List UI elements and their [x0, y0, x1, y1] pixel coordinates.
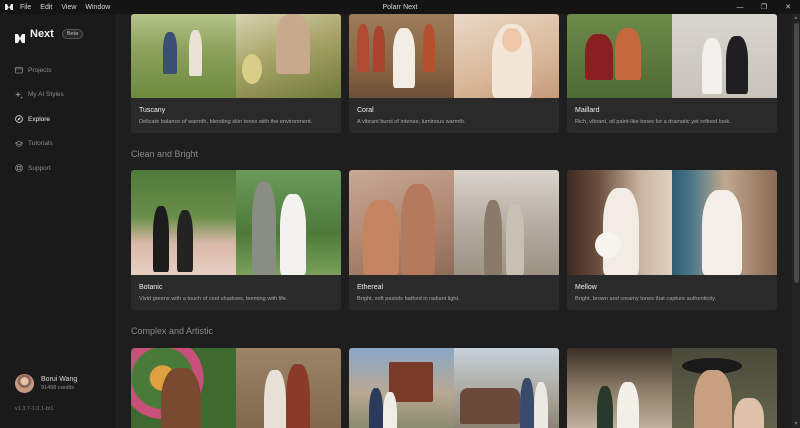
style-card-mellow[interactable]: Mellow Bright, brown and creamy tones th…: [567, 170, 777, 310]
style-title: Ethereal: [357, 284, 384, 291]
style-description: A vibrant burst of intense, luminous war…: [357, 119, 466, 125]
sidebar: Next Beta Projects My AI Styles Explore …: [0, 14, 117, 428]
sample-photo-before: [567, 14, 672, 98]
sidebar-item-label: Projects: [28, 66, 52, 74]
sample-photo-after: [236, 170, 341, 275]
style-title: Maillard: [575, 107, 600, 114]
menu-view[interactable]: View: [61, 4, 76, 11]
sidebar-nav: Projects My AI Styles Explore Tutorials …: [15, 58, 64, 181]
style-title: Botanic: [139, 284, 163, 291]
brand-logo-icon: [15, 30, 25, 43]
sample-photo-after: [454, 348, 559, 428]
style-description: Vivid greens with a touch of cool shadow…: [139, 296, 288, 302]
style-card-botanic[interactable]: Botanic Vivid greens with a touch of coo…: [131, 170, 341, 310]
style-description: Delicate balance of warmth, blending ski…: [139, 119, 313, 125]
style-card-coral[interactable]: Coral A vibrant burst of intense, lumino…: [349, 14, 559, 133]
scroll-up-icon[interactable]: ▲: [793, 15, 799, 21]
style-description: Bright, brown and creamy tones that capt…: [575, 296, 717, 302]
sample-photo-after: [236, 14, 341, 98]
sample-photo-before: [131, 170, 236, 275]
brand-name: Next: [30, 28, 54, 40]
sample-photo-before: [567, 170, 672, 275]
style-card-maillard[interactable]: Maillard Rich, vibrant, oil paint-like t…: [567, 14, 777, 133]
maximize-icon[interactable]: ❐: [752, 0, 776, 14]
compass-icon: [15, 115, 23, 124]
sample-photo-before: [131, 348, 236, 428]
sidebar-item-label: Explore: [28, 115, 51, 123]
sparkle-icon: [15, 91, 23, 99]
menu-edit[interactable]: Edit: [40, 4, 52, 11]
sidebar-item-projects[interactable]: Projects: [15, 58, 64, 83]
sample-photo-before: [349, 14, 454, 98]
menu-bar: File Edit View Window: [20, 4, 110, 11]
avatar: [15, 374, 34, 393]
style-title: Tuscany: [139, 107, 166, 114]
explore-content: Tuscany Delicate balance of warmth, blen…: [117, 14, 792, 428]
sample-photo-before: [131, 14, 236, 98]
sidebar-item-label: Support: [28, 164, 51, 172]
style-description: Bright, soft pastels bathed in radiant l…: [357, 296, 460, 302]
style-card-artistic-2[interactable]: [349, 348, 559, 428]
sidebar-item-label: My AI Styles: [28, 91, 64, 99]
user-profile[interactable]: Borui Wang 91498 credits: [15, 374, 77, 393]
sample-photo-after: [454, 14, 559, 98]
folder-icon: [15, 67, 23, 74]
user-credits: 91498 credits: [41, 385, 75, 391]
style-card-artistic-3[interactable]: [567, 348, 777, 428]
lifebuoy-icon: [15, 164, 23, 173]
app-version: v1.3.7-1.0.1-bt1: [15, 406, 54, 412]
style-card-ethereal[interactable]: Ethereal Bright, soft pastels bathed in …: [349, 170, 559, 310]
section-title-complex-and-artistic: Complex and Artistic: [131, 326, 214, 336]
sample-photo-before: [349, 348, 454, 428]
window-title: Polarr Next: [382, 3, 418, 11]
user-name: Borui Wang: [41, 376, 78, 383]
scroll-down-icon[interactable]: ▼: [793, 421, 799, 427]
close-icon[interactable]: ✕: [776, 0, 800, 14]
title-bar: File Edit View Window Polarr Next — ❐ ✕: [0, 0, 800, 14]
vertical-scrollbar[interactable]: ▲ ▼: [792, 14, 800, 428]
minimize-icon[interactable]: —: [728, 0, 752, 14]
sidebar-item-tutorials[interactable]: Tutorials: [15, 132, 64, 157]
style-description: Rich, vibrant, oil paint-like tones for …: [575, 119, 731, 125]
sample-photo-after: [672, 14, 777, 98]
menu-window[interactable]: Window: [85, 4, 110, 11]
beta-badge: Beta: [61, 29, 84, 39]
sidebar-item-label: Tutorials: [28, 140, 53, 148]
sample-photo-after: [236, 348, 341, 428]
sample-photo-before: [567, 348, 672, 428]
scrollbar-thumb[interactable]: [793, 23, 799, 283]
section-title-clean-and-bright: Clean and Bright: [131, 149, 199, 159]
sample-photo-after: [672, 170, 777, 275]
style-card-tuscany[interactable]: Tuscany Delicate balance of warmth, blen…: [131, 14, 341, 133]
sidebar-item-explore[interactable]: Explore: [15, 107, 64, 132]
style-card-artistic-1[interactable]: [131, 348, 341, 428]
sidebar-item-my-ai-styles[interactable]: My AI Styles: [15, 83, 64, 108]
menu-file[interactable]: File: [20, 4, 31, 11]
style-title: Mellow: [575, 284, 597, 291]
app-logo-icon: [5, 3, 13, 11]
sample-photo-after: [672, 348, 777, 428]
sample-photo-after: [454, 170, 559, 275]
sidebar-item-support[interactable]: Support: [15, 156, 64, 181]
style-title: Coral: [357, 107, 374, 114]
graduation-cap-icon: [15, 140, 23, 147]
sample-photo-before: [349, 170, 454, 275]
brand[interactable]: Next Beta: [15, 28, 84, 43]
